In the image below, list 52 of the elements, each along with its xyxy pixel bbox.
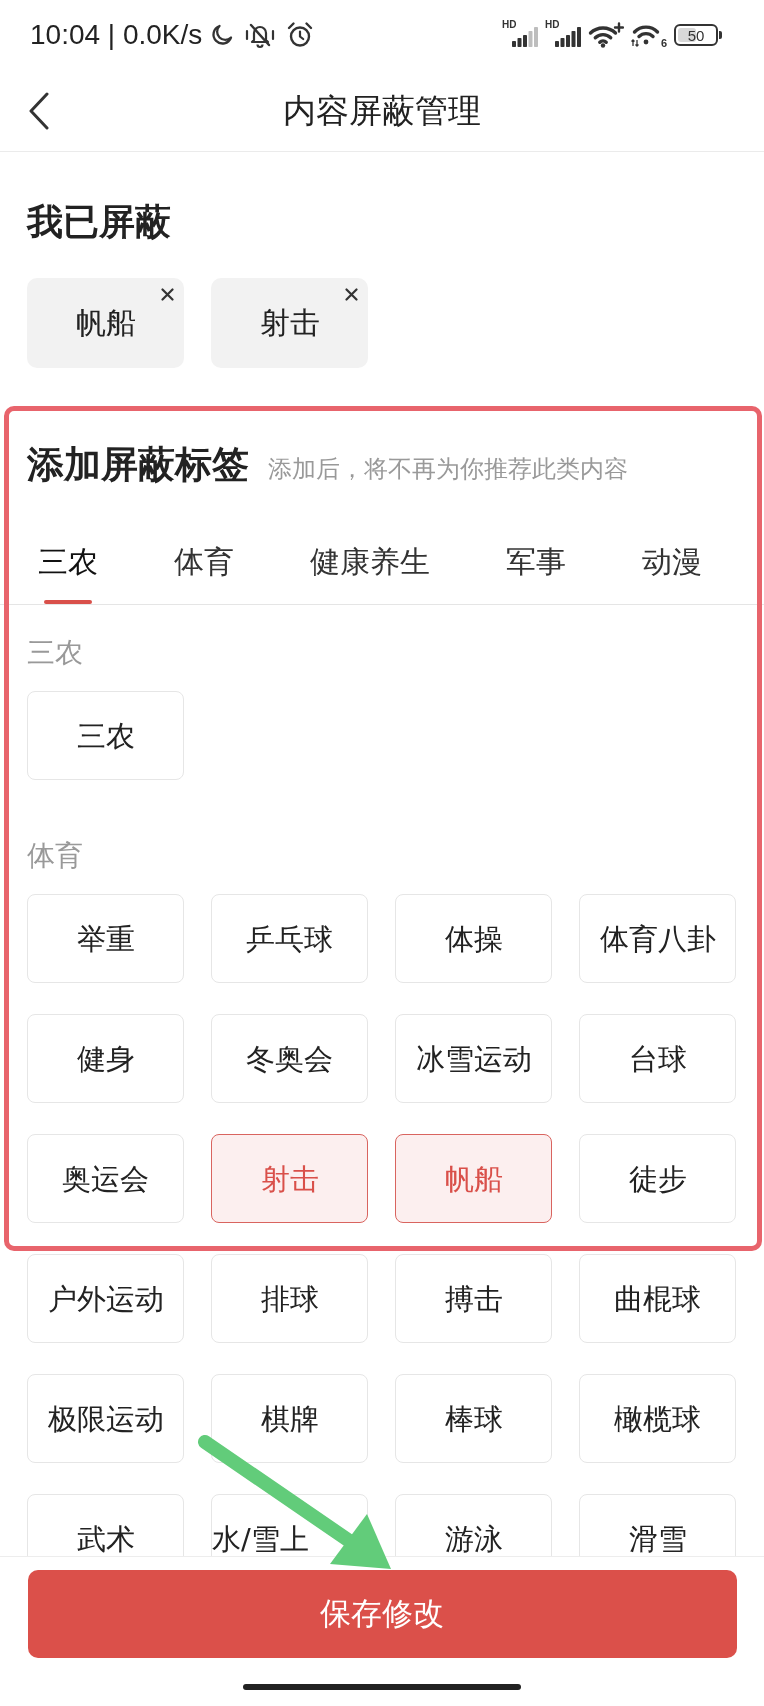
tag-option[interactable]: 棋牌 [211, 1374, 368, 1463]
tag-option[interactable]: 武术 [27, 1494, 184, 1556]
tag-option[interactable]: 三农 [27, 691, 184, 780]
tag-option[interactable]: 游泳 [395, 1494, 552, 1556]
category-tab[interactable]: 三农 [0, 520, 136, 604]
chevron-left-icon [28, 91, 50, 130]
group-label: 三农 [27, 635, 84, 671]
tag-option[interactable]: 极限运动 [27, 1374, 184, 1463]
network-type-label: HD [545, 20, 560, 30]
close-icon[interactable] [161, 288, 174, 301]
tag-label: 射击 [259, 304, 320, 342]
tag-label: 帆船 [75, 304, 136, 342]
save-button[interactable]: 保存修改 [27, 1570, 737, 1658]
group-label: 体育 [27, 838, 84, 874]
moon-icon [210, 23, 235, 47]
tag-option[interactable]: 健身 [27, 1014, 184, 1103]
section-title: 我已屏蔽 [27, 200, 172, 244]
tag-option[interactable]: 滑雪 [579, 1494, 736, 1556]
tag-option[interactable]: 体操 [395, 894, 552, 983]
tag-option[interactable]: 奥运会 [27, 1134, 184, 1223]
tag-option[interactable]: 橄榄球 [579, 1374, 736, 1463]
category-tab[interactable]: 军事 [468, 520, 604, 604]
tag-option[interactable]: 户外运动 [27, 1254, 184, 1343]
category-tab[interactable]: 健康养生 [272, 520, 468, 604]
tag-option[interactable]: 曲棍球 [579, 1254, 736, 1343]
tag-option[interactable]: 排球 [211, 1254, 368, 1343]
tag-option[interactable]: 帆船 [395, 1134, 552, 1223]
tag-option[interactable]: 徒步 [579, 1134, 736, 1223]
section-hint: 添加后，将不再为你推荐此类内容 [268, 454, 628, 485]
tag-option[interactable]: 射击 [211, 1134, 368, 1223]
network-type-label: HD [502, 20, 517, 30]
signal-icon [555, 27, 581, 47]
page-title: 内容屏蔽管理 [282, 89, 482, 132]
tag-option[interactable]: 搏击 [395, 1254, 552, 1343]
tag-option[interactable]: 冰雪运动 [395, 1014, 552, 1103]
section-title: 添加屏蔽标签 [27, 445, 249, 485]
category-tab[interactable]: 体育 [136, 520, 272, 604]
tag-option[interactable]: 举重 [27, 894, 184, 983]
status-time: 10:04 | 0.0K/s [30, 19, 203, 51]
tag-option[interactable]: 冬奥会 [211, 1014, 368, 1103]
bell-off-icon [244, 21, 277, 49]
tag-option[interactable]: 棒球 [395, 1374, 552, 1463]
tag-option[interactable]: 乒乓球 [211, 894, 368, 983]
tag-option[interactable]: 体育八卦 [579, 894, 736, 983]
wifi-icon [588, 22, 624, 48]
signal-icon [512, 27, 538, 47]
close-icon[interactable] [345, 288, 358, 301]
back-button[interactable] [28, 91, 50, 130]
alarm-clock-icon [286, 21, 315, 49]
tag-option[interactable]: 台球 [579, 1014, 736, 1103]
wifi-standard-label: 6 [660, 38, 667, 49]
category-tab[interactable]: 动漫 [604, 520, 740, 604]
